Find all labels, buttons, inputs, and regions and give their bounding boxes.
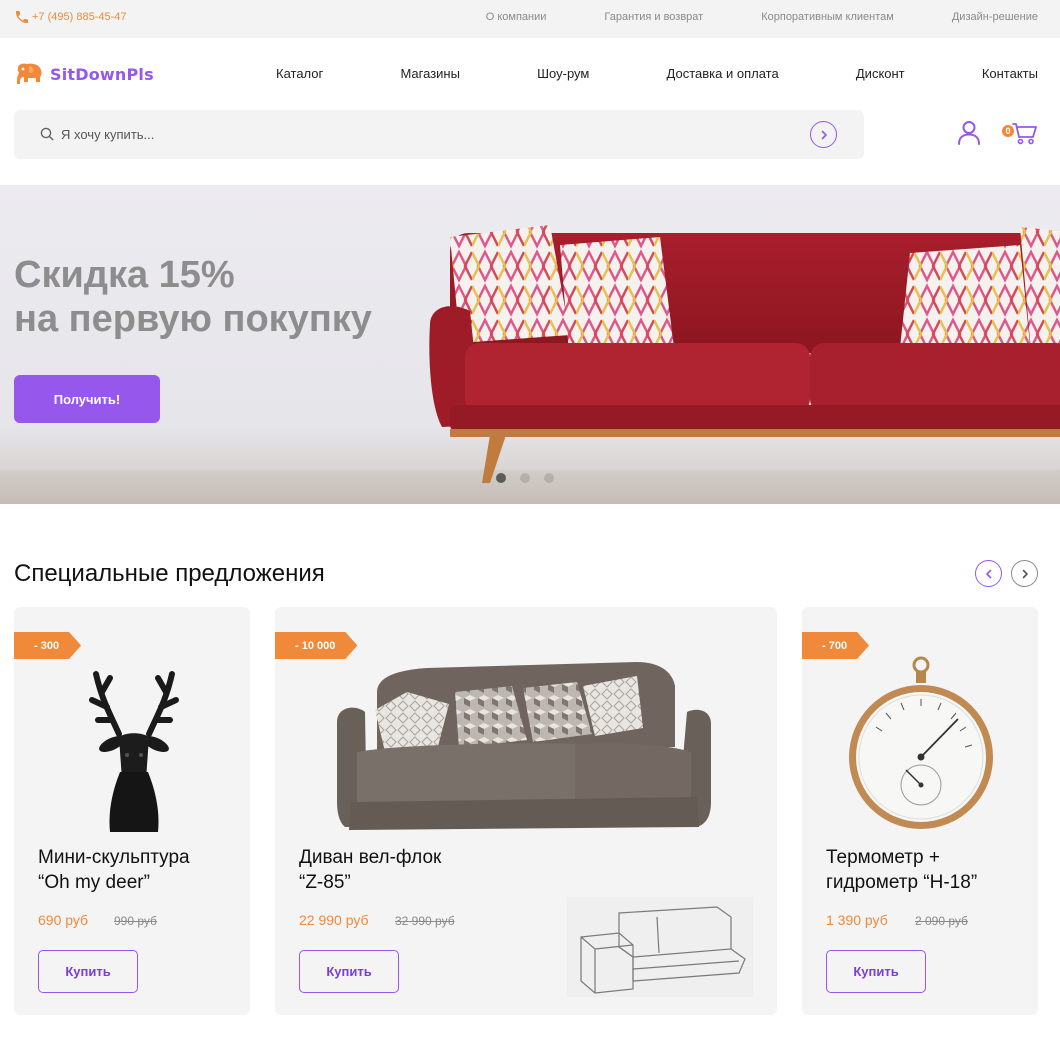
sofa-bed-sketch-image [567,897,753,997]
red-sofa-image [429,225,1060,483]
logo[interactable]: SitDownPls [14,62,154,86]
nav-showroom[interactable]: Шоу-рум [537,66,589,81]
section-title: Специальные предложения [14,560,325,587]
chevron-right-icon [1022,569,1028,578]
chevron-right-icon [821,130,827,139]
product-old-price: 990 руб [114,914,157,928]
slider-dot-3[interactable] [544,473,554,483]
deer-sculpture-image [89,671,179,832]
top-link-warranty[interactable]: Гарантия и возврат [604,11,703,23]
hero-banner: Скидка 15% на первую покупку Получить! [0,185,1060,504]
thermometer-image [849,656,993,829]
product-title-line-1: Термометр + [826,847,940,868]
buy-button[interactable]: Купить [299,950,399,993]
top-bar: +7 (495) 885-45-47 О компании Гарантия и… [0,0,1060,38]
product-card-thermometer[interactable]: - 700 Термометр + гидрометр “H-18” 1 390… [802,607,1038,1015]
product-price: 690 руб [38,912,89,928]
product-old-price: 2 090 руб [915,914,968,928]
nav-delivery[interactable]: Доставка и оплата [667,66,779,81]
search-icon [40,127,54,141]
product-title-line-1: Мини-скульптура [38,847,190,868]
product-title-line-2: гидрометр “H-18” [826,872,978,893]
discount-badge: - 300 [14,632,81,659]
product-title: Термометр + гидрометр “H-18” [826,845,977,895]
phone-icon [16,11,28,23]
offers-next-button[interactable] [1011,560,1038,587]
product-card-deer[interactable]: - 300 Мини-скульптура “Oh my deer” 690 р… [14,607,250,1015]
top-link-corporate[interactable]: Корпоративным клиентам [761,11,894,23]
product-title-line-2: “Oh my deer” [38,872,150,893]
nav-discount[interactable]: Дисконт [856,66,905,81]
top-link-about[interactable]: О компании [486,11,547,23]
chevron-left-icon [985,569,991,578]
product-price: 1 390 руб [826,912,888,928]
product-title-line-1: Диван вел-флок [299,847,442,868]
product-old-price: 32 990 руб [395,914,455,928]
product-title: Диван вел-флок “Z-85” [299,845,441,895]
product-price: 22 990 руб [299,912,369,928]
main-nav: Каталог Магазины Шоу-рум Доставка и опла… [276,66,1038,81]
nav-catalog[interactable]: Каталог [276,66,323,81]
phone-link[interactable]: +7 (495) 885-45-47 [14,9,126,25]
logo-text: SitDownPls [50,64,154,84]
account-button[interactable] [957,120,981,151]
grey-sofa-image [337,662,711,830]
offers-prev-button[interactable] [975,560,1002,587]
top-links: О компании Гарантия и возврат Корпоратив… [428,11,1038,23]
buy-button[interactable]: Купить [826,950,926,993]
search-submit-button[interactable] [810,121,837,148]
get-discount-button[interactable]: Получить! [14,375,160,423]
hero-title: Скидка 15% на первую покупку [14,253,372,341]
hero-title-line-2: на первую покупку [14,298,372,340]
slider-dots [496,473,568,483]
user-icon [958,121,980,145]
buy-button[interactable]: Купить [38,950,138,993]
nav-stores[interactable]: Магазины [400,66,460,81]
slider-dot-1[interactable] [496,473,506,483]
slider-dot-2[interactable] [520,473,530,483]
nav-contacts[interactable]: Контакты [982,66,1038,81]
hero-title-line-1: Скидка 15% [14,254,235,296]
search-bar [14,110,864,159]
top-link-design[interactable]: Дизайн-решение [952,11,1038,23]
cart-count-badge: 0 [1002,125,1014,137]
elephant-logo-icon [17,63,42,84]
product-title: Мини-скульптура “Oh my deer” [38,845,190,895]
phone-number: +7 (495) 885-45-47 [32,11,127,23]
search-input[interactable] [61,122,781,146]
product-card-sofa[interactable]: - 10 000 Диван вел-флок “Z-85” 22 990 ру… [275,607,777,1015]
product-title-line-2: “Z-85” [299,872,351,893]
